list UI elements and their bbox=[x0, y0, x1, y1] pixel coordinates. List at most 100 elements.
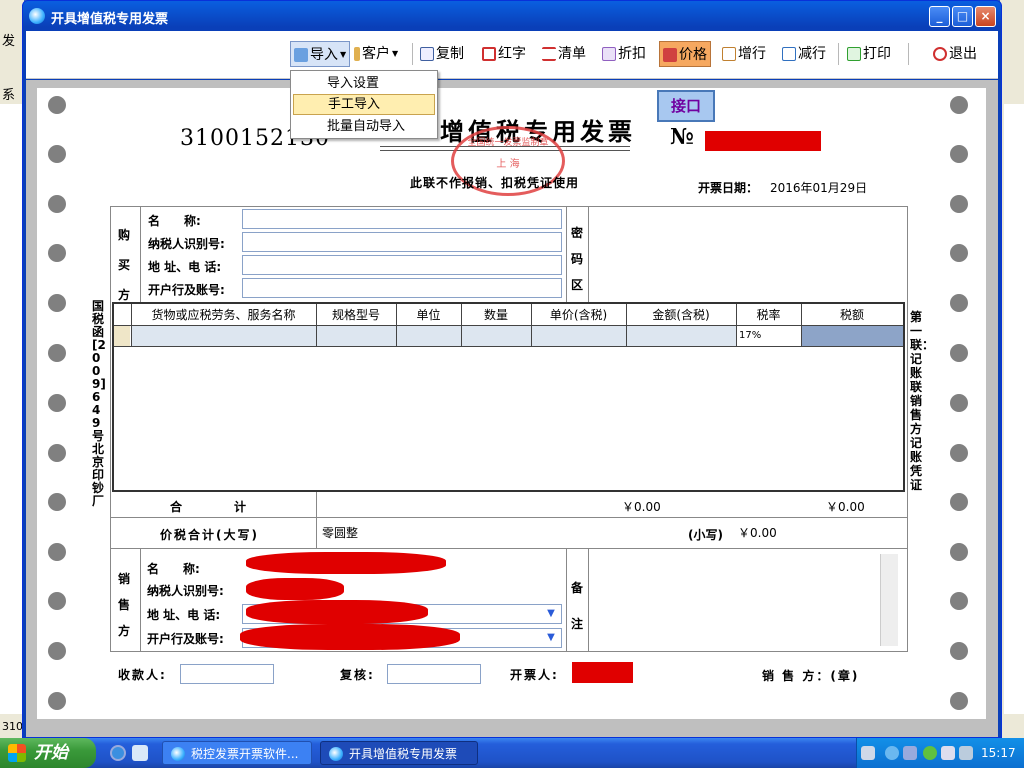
payee-field[interactable] bbox=[180, 664, 274, 684]
tractor-hole bbox=[950, 642, 968, 660]
tractor-hole bbox=[48, 145, 66, 163]
quicklaunch-icon[interactable] bbox=[132, 745, 148, 761]
seller-address-redacted bbox=[246, 600, 428, 624]
seller-taxid-redacted bbox=[246, 578, 344, 600]
menu-item-batch-import[interactable]: 批量自动导入 bbox=[293, 116, 435, 137]
background-window: 发 系 310 bbox=[0, 0, 24, 738]
import-button[interactable]: 导入 ▼ bbox=[290, 41, 351, 67]
col-header-unit: 单位 bbox=[416, 308, 441, 322]
discount-button[interactable]: 折扣 bbox=[599, 41, 649, 67]
remark-label: 备注 bbox=[571, 581, 584, 631]
minimize-button[interactable]: _ bbox=[929, 6, 950, 27]
buyer-section-label: 购买方 bbox=[118, 228, 131, 302]
seller-section-label: 销售方 bbox=[118, 572, 131, 638]
sum-upper: 零圆整 bbox=[322, 526, 359, 540]
item-name-cell[interactable] bbox=[132, 326, 316, 346]
seller-taxid-label: 纳税人识别号: bbox=[147, 584, 224, 598]
task-button-invoice[interactable]: 开具增值税专用发票 bbox=[320, 741, 478, 765]
seller-seal-label: 销 售 方：(章) bbox=[762, 669, 860, 683]
tractor-hole bbox=[48, 294, 66, 312]
menu-item-manual-import[interactable]: 手工导入 bbox=[293, 94, 435, 115]
background-text: 系 bbox=[2, 88, 16, 103]
ie-icon[interactable] bbox=[110, 745, 126, 761]
title-bar[interactable]: 开具增值税专用发票 _ □ × bbox=[23, 1, 1001, 31]
start-button[interactable]: 开始 bbox=[0, 738, 96, 768]
chevron-down-icon[interactable]: ▼ bbox=[543, 630, 559, 646]
add-row-button[interactable]: 增行 bbox=[719, 41, 769, 67]
task-button-tax-software[interactable]: 税控发票开票软件... bbox=[162, 741, 312, 765]
item-taxrate-cell[interactable]: 17% bbox=[737, 326, 801, 346]
menu-item-import-settings[interactable]: 导入设置 bbox=[293, 73, 435, 94]
background-window-right bbox=[1000, 0, 1024, 738]
buyer-address-field[interactable] bbox=[242, 255, 562, 275]
close-button[interactable]: × bbox=[975, 6, 996, 27]
tractor-hole bbox=[950, 195, 968, 213]
chevron-down-icon[interactable]: ▼ bbox=[543, 606, 559, 622]
item-unit-cell[interactable] bbox=[397, 326, 461, 346]
buyer-bank-field[interactable] bbox=[242, 278, 562, 298]
tractor-hole bbox=[950, 543, 968, 561]
tractor-hole bbox=[950, 344, 968, 362]
app-icon bbox=[329, 747, 343, 761]
date-value: 2016年01月29日 bbox=[770, 181, 868, 195]
network-icon[interactable] bbox=[923, 746, 937, 760]
seller-name-redacted bbox=[246, 552, 446, 574]
sum-label: 价税合计(大写) bbox=[160, 528, 259, 542]
background-panel bbox=[0, 104, 22, 714]
copy-button[interactable]: 复制 bbox=[417, 41, 467, 67]
customer-button[interactable]: 客户 ▼ bbox=[351, 41, 401, 67]
exit-button[interactable]: 退出 bbox=[930, 41, 980, 67]
background-text: 310 bbox=[2, 720, 23, 733]
buyer-name-label: 名 称: bbox=[148, 214, 201, 228]
list-icon bbox=[542, 47, 556, 61]
buyer-name-field[interactable] bbox=[242, 209, 562, 229]
keyboard-icon[interactable] bbox=[861, 746, 875, 760]
maximize-button[interactable]: □ bbox=[952, 6, 973, 27]
tractor-hole bbox=[950, 244, 968, 262]
tractor-hole bbox=[950, 394, 968, 412]
print-button[interactable]: 打印 bbox=[844, 41, 894, 67]
remove-row-button[interactable]: 减行 bbox=[779, 41, 829, 67]
password-area-label: 密码区 bbox=[571, 226, 584, 292]
import-menu: 导入设置 手工导入 批量自动导入 bbox=[290, 70, 438, 139]
tractor-hole bbox=[48, 692, 66, 710]
tray-icon[interactable] bbox=[959, 746, 973, 760]
item-amount-cell[interactable] bbox=[627, 326, 736, 346]
red-invoice-button[interactable]: 红字 bbox=[479, 41, 529, 67]
seller-address-label: 地 址、电 话: bbox=[147, 608, 221, 622]
col-header-amount: 金额(含税) bbox=[652, 308, 710, 322]
issuer-label: 开票人: bbox=[510, 668, 559, 682]
interface-button[interactable]: 接口 bbox=[657, 90, 715, 122]
invoice-number-redacted bbox=[705, 131, 821, 151]
item-tax-cell[interactable] bbox=[802, 326, 903, 346]
taskbar: 开始 税控发票开票软件... 开具增值税专用发票 15:17 bbox=[0, 738, 1024, 768]
list-button[interactable]: 清单 bbox=[539, 41, 589, 67]
price-icon bbox=[663, 48, 677, 62]
col-header-name: 货物或应税劳务、服务名称 bbox=[151, 308, 296, 322]
reviewer-field[interactable] bbox=[387, 664, 481, 684]
app-icon bbox=[171, 747, 185, 761]
item-qty-cell[interactable] bbox=[462, 326, 531, 346]
windows-logo-icon bbox=[8, 744, 26, 762]
tractor-hole bbox=[950, 96, 968, 114]
tractor-hole bbox=[48, 493, 66, 511]
item-spec-cell[interactable] bbox=[317, 326, 396, 346]
buyer-bank-label: 开户行及账号: bbox=[148, 283, 225, 297]
buyer-taxid-field[interactable] bbox=[242, 232, 562, 252]
col-header-price: 单价(含税) bbox=[549, 308, 608, 322]
tractor-hole bbox=[950, 145, 968, 163]
toolbar: 导入 ▼ 客户 ▼ 复制 红字 清单 折扣 价格 增行 减行 打印 退出 bbox=[26, 31, 998, 79]
notice-text: 此联不作报销、扣税凭证使用 bbox=[410, 176, 580, 190]
item-price-cell[interactable] bbox=[532, 326, 626, 346]
tractor-hole bbox=[950, 493, 968, 511]
volume-icon[interactable] bbox=[903, 746, 917, 760]
tractor-hole bbox=[950, 592, 968, 610]
tractor-hole bbox=[48, 344, 66, 362]
tractor-hole bbox=[950, 294, 968, 312]
price-button[interactable]: 价格 bbox=[659, 41, 711, 67]
tractor-hole bbox=[48, 592, 66, 610]
remark-scrollbar[interactable] bbox=[880, 554, 898, 646]
issuer-redacted bbox=[572, 662, 633, 683]
security-icon[interactable] bbox=[941, 746, 955, 760]
help-icon[interactable] bbox=[885, 746, 899, 760]
